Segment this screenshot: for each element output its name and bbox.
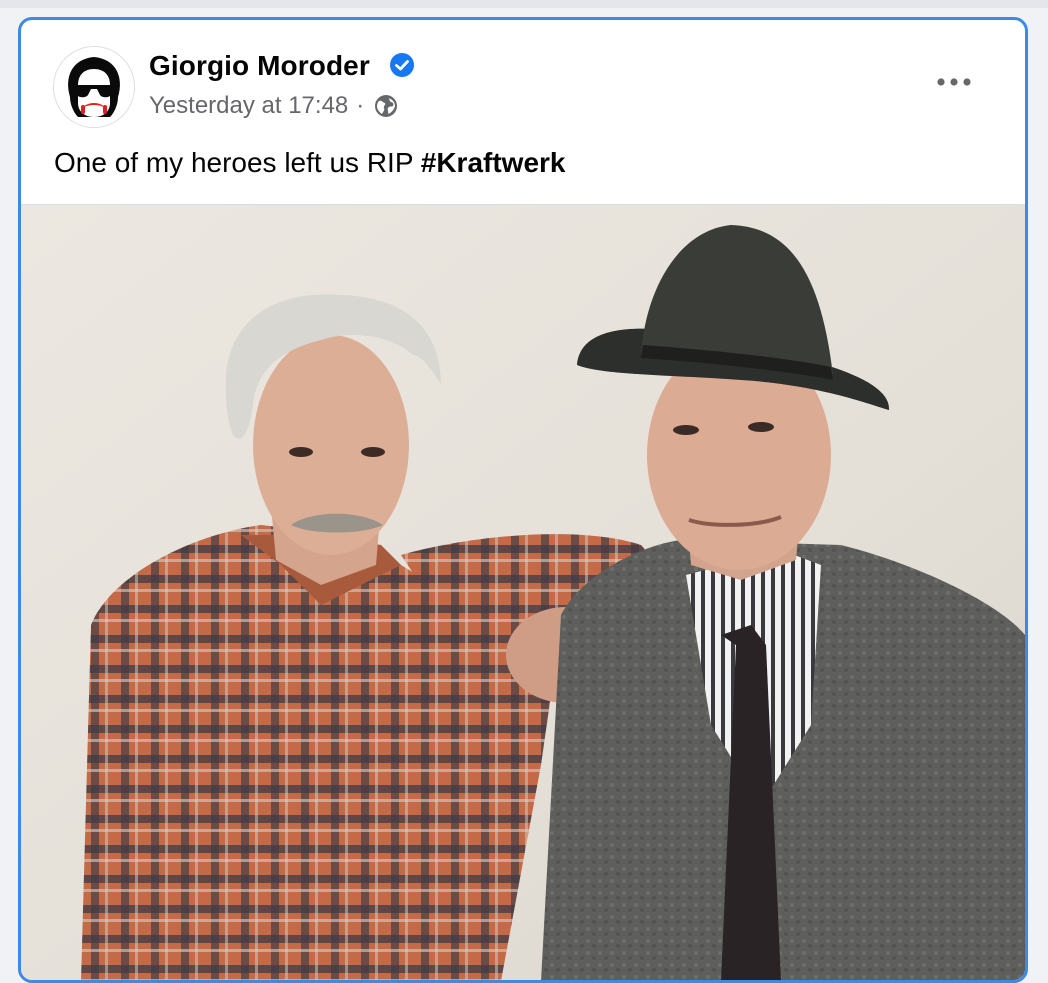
author-avatar[interactable] — [54, 47, 134, 127]
caption-text: One of my heroes left us RIP — [54, 147, 421, 178]
meta-separator: · — [356, 92, 365, 119]
post-timestamp[interactable]: Yesterday at 17:48 — [149, 92, 348, 120]
author-name[interactable]: Giorgio Moroder — [149, 50, 370, 82]
globe-icon[interactable] — [374, 94, 398, 118]
hashtag-link[interactable]: #Kraftwerk — [421, 147, 566, 178]
post-card: Giorgio Moroder Yesterday at 17:48 · One… — [18, 17, 1028, 983]
post-caption: One of my heroes left us RIP #Kraftwerk — [54, 147, 994, 179]
more-options-button[interactable] — [929, 67, 979, 97]
post-meta: Yesterday at 17:48 · — [149, 92, 398, 120]
page-top-strip — [0, 0, 1048, 8]
more-options-icon — [937, 78, 971, 86]
post-photo[interactable] — [21, 204, 1025, 980]
verified-badge-icon — [390, 53, 414, 77]
post-header: Giorgio Moroder Yesterday at 17:48 · — [21, 20, 1025, 127]
